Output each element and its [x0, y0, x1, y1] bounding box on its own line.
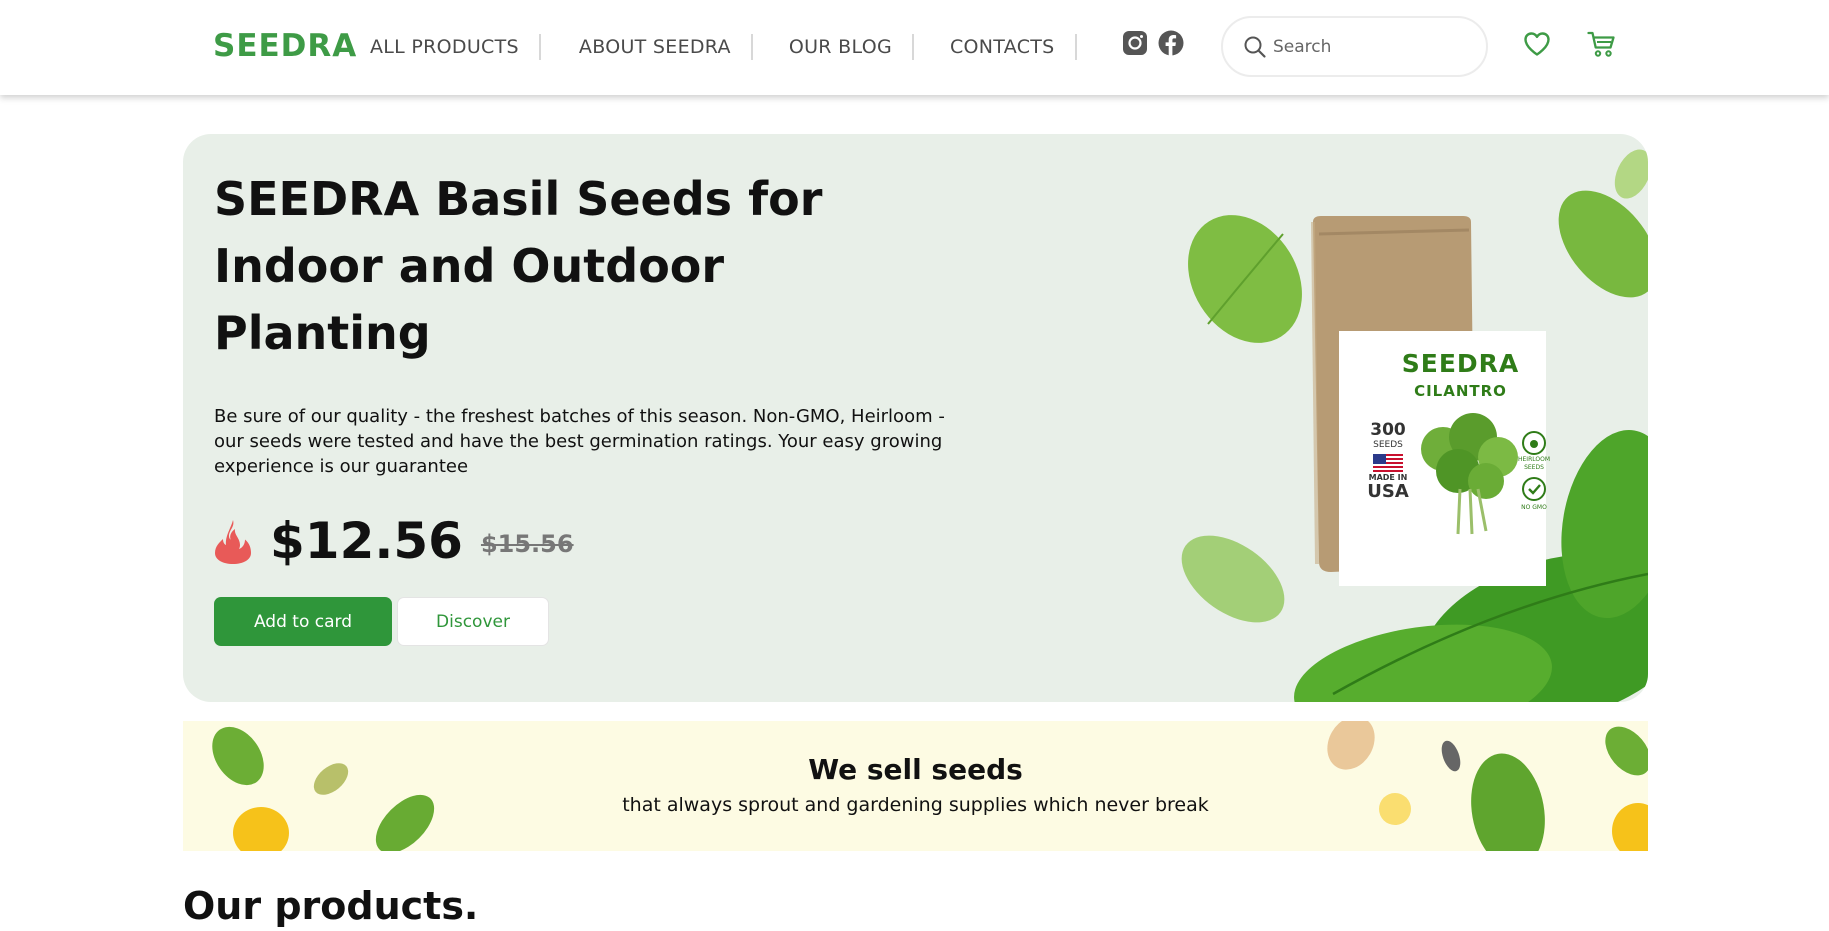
nav-our-blog[interactable]: OUR BLOG — [789, 36, 892, 58]
nav-divider — [911, 34, 914, 60]
no-gmo-badge-icon — [1522, 477, 1546, 501]
hero-description: Be sure of our quality - the freshest ba… — [214, 406, 945, 477]
add-to-cart-button[interactable]: Add to card — [214, 597, 392, 646]
nav-about-seedra[interactable]: ABOUT SEEDRA — [579, 36, 731, 58]
heirloom-badge-label: HEIRLOOM SEEDS — [1518, 456, 1550, 471]
main-nav: ALL PRODUCTS ABOUT SEEDRA OUR BLOG CONTA… — [370, 30, 1077, 64]
banner-decoration — [212, 721, 1648, 851]
nav-divider — [750, 34, 753, 60]
products-section-title: Our products. — [183, 884, 479, 928]
hero-title: SEEDRA Basil Seeds for Indoor and Outdoo… — [214, 172, 823, 360]
social-links — [1122, 30, 1184, 56]
instagram-icon[interactable] — [1122, 30, 1148, 56]
search-input[interactable] — [1273, 36, 1473, 57]
heart-icon[interactable] — [1522, 29, 1552, 59]
package-brand: SEEDRA — [1401, 349, 1520, 378]
package-product: CILANTRO — [1414, 382, 1507, 400]
seeds-banner: We sell seeds that always sprout and gar… — [183, 721, 1648, 851]
banner-subtitle: that always sprout and gardening supplie… — [622, 794, 1209, 816]
no-gmo-badge-label: NO GMO — [1521, 504, 1547, 511]
banner-title: We sell seeds — [808, 753, 1023, 786]
old-price: $15.56 — [480, 530, 574, 558]
search-icon[interactable] — [1243, 35, 1267, 59]
current-price: $12.56 — [270, 512, 463, 570]
fire-icon — [214, 518, 252, 564]
package-seed-label: SEEDS — [1373, 440, 1403, 450]
us-flag-icon — [1373, 454, 1403, 472]
nav-all-products[interactable]: ALL PRODUCTS — [370, 36, 519, 58]
price-row: $12.56 $15.56 — [214, 506, 574, 576]
cilantro-image — [1421, 413, 1518, 535]
site-header: SEEDRA ALL PRODUCTS ABOUT SEEDRA OUR BLO… — [0, 0, 1829, 95]
logo[interactable]: SEEDRA — [213, 28, 357, 64]
facebook-icon[interactable] — [1158, 30, 1184, 56]
nav-divider — [1074, 34, 1077, 60]
search-box — [1221, 16, 1488, 77]
discover-button[interactable]: Discover — [397, 597, 549, 646]
nav-contacts[interactable]: CONTACTS — [950, 36, 1055, 58]
package-seed-count: 300 — [1370, 420, 1406, 440]
nav-divider — [538, 34, 541, 60]
package-country: USA — [1367, 481, 1409, 502]
cart-icon[interactable] — [1586, 29, 1616, 59]
basil-leaf — [1181, 535, 1285, 623]
heirloom-badge-icon — [1522, 431, 1546, 455]
hero-banner: SEEDRA Basil Seeds for Indoor and Outdoo… — [183, 134, 1648, 702]
